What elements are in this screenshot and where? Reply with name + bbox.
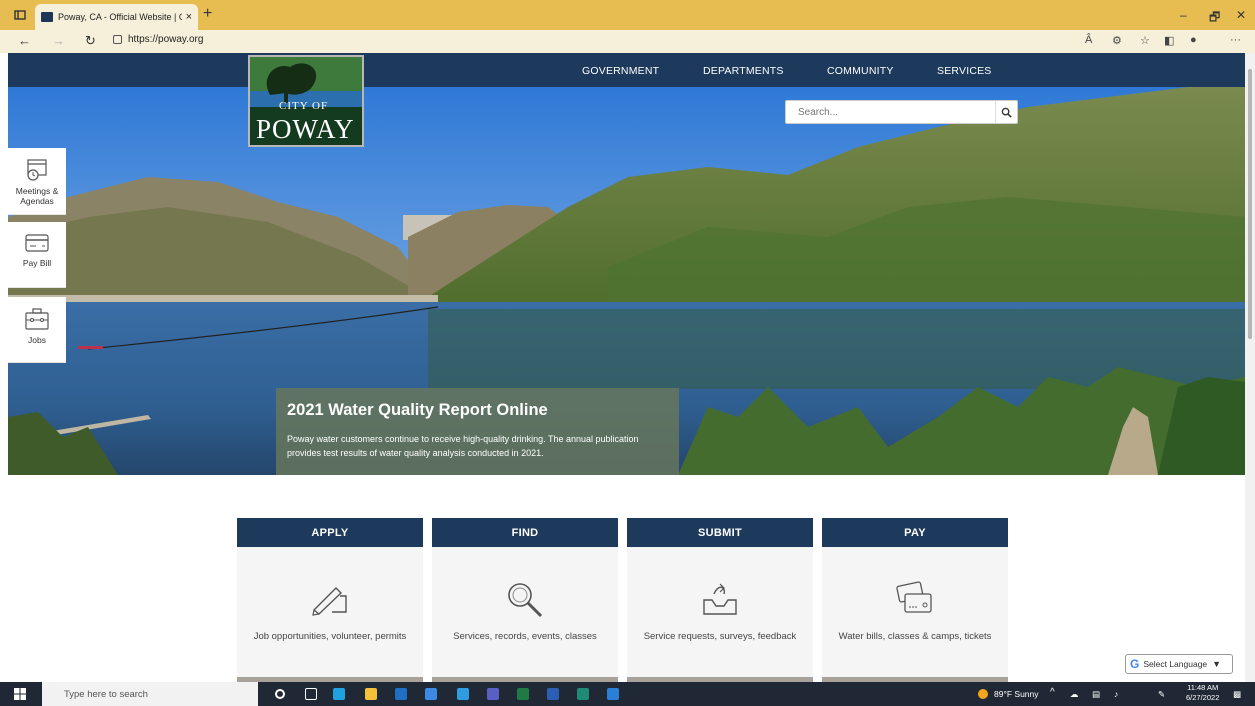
nav-departments[interactable]: DEPARTMENTS: [703, 65, 784, 77]
credit-card-icon: [25, 234, 49, 252]
card-title: PAY: [822, 518, 1008, 547]
quick-link-label: Meetings & Agendas: [15, 186, 59, 206]
city-logo[interactable]: CITY OF POWAY: [248, 55, 364, 147]
search-button[interactable]: [995, 101, 1017, 123]
more-menu-icon[interactable]: ···: [1230, 34, 1241, 46]
edge-icon[interactable]: [333, 688, 345, 700]
windows-start-icon[interactable]: [14, 688, 26, 700]
scrollbar-thumb[interactable]: [1248, 69, 1252, 339]
card-apply[interactable]: APPLY Job opportunities, volunteer, perm…: [237, 518, 423, 682]
weather-sun-icon: [978, 689, 988, 699]
card-payment-icon: [896, 581, 932, 613]
lock-icon: [113, 35, 122, 44]
search-input[interactable]: [786, 101, 996, 123]
quick-link-label: Jobs: [28, 335, 46, 345]
favorites-icon[interactable]: ☆: [1140, 34, 1150, 47]
outlook-icon[interactable]: [395, 688, 407, 700]
favicon-icon: [41, 12, 53, 22]
clock-date: 6/27/2022: [1186, 693, 1220, 702]
onedrive-icon[interactable]: ☁: [1070, 689, 1079, 700]
hero-title: 2021 Water Quality Report Online: [287, 401, 548, 419]
taskbar-search[interactable]: Type here to search: [42, 682, 258, 706]
site-navigation: GOVERNMENT DEPARTMENTS COMMUNITY SERVICE…: [8, 53, 1245, 87]
restore-icon[interactable]: 🗗: [1209, 8, 1220, 29]
close-window-icon[interactable]: ✕: [1236, 8, 1246, 22]
url-text: https://poway.org: [128, 34, 204, 45]
card-description: Service requests, surveys, feedback: [643, 631, 797, 642]
language-select-label: Select Language: [1143, 659, 1208, 669]
tray-expand-icon[interactable]: ^: [1050, 687, 1055, 698]
chevron-down-icon: ▼: [1212, 659, 1222, 669]
file-explorer-icon[interactable]: [365, 688, 377, 700]
word-icon[interactable]: [547, 688, 559, 700]
browser-tab[interactable]: Poway, CA - Official Website | Of ×: [35, 4, 198, 30]
tab-close-icon[interactable]: ×: [186, 11, 192, 23]
photos-icon[interactable]: [607, 688, 619, 700]
signing-hand-icon: [312, 587, 347, 616]
taskbar-search-placeholder: Type here to search: [64, 688, 148, 700]
calendar-clock-icon: [27, 159, 47, 181]
tab-title: Poway, CA - Official Website | Of: [58, 12, 182, 22]
collections-icon[interactable]: ◧: [1164, 34, 1174, 47]
cortana-icon[interactable]: [275, 689, 285, 699]
briefcase-icon: [25, 308, 49, 330]
hero-body: Poway water customers continue to receiv…: [287, 434, 639, 458]
logo-city-of: CITY OF: [279, 100, 329, 112]
nav-services[interactable]: SERVICES: [937, 65, 992, 77]
nav-government[interactable]: GOVERNMENT: [582, 65, 659, 77]
refresh-icon[interactable]: ↻: [85, 33, 96, 49]
card-description: Services, records, events, classes: [453, 631, 597, 642]
pen-icon[interactable]: ✎: [1158, 689, 1165, 700]
weather-text[interactable]: 89°F Sunny: [994, 689, 1039, 699]
hero-callout[interactable]: 2021 Water Quality Report Online Poway w…: [276, 388, 679, 475]
logo-name: POWAY: [256, 114, 355, 144]
extensions-icon[interactable]: ⚙: [1112, 34, 1122, 47]
notifications-icon[interactable]: ▩: [1233, 689, 1241, 700]
page-scrollbar[interactable]: [1245, 53, 1255, 682]
clock-time: 11:48 AM: [1187, 683, 1219, 692]
app-icon[interactable]: [425, 688, 437, 700]
magnifier-icon: [508, 583, 543, 618]
clock[interactable]: 11:48 AM 6/27/2022: [1186, 683, 1219, 703]
quick-link-meetings[interactable]: Meetings & Agendas: [8, 148, 66, 215]
card-title: SUBMIT: [627, 518, 813, 547]
search-icon: [1001, 107, 1012, 118]
profile-icon[interactable]: ●: [1190, 34, 1197, 46]
tab-actions-icon[interactable]: [12, 7, 28, 23]
task-view-icon[interactable]: [305, 688, 317, 700]
nav-community[interactable]: COMMUNITY: [827, 65, 894, 77]
card-find[interactable]: FIND Services, records, events, classes: [432, 518, 618, 682]
google-g-icon: G: [1130, 657, 1140, 671]
card-title: FIND: [432, 518, 618, 547]
browser-tab-bar: Poway, CA - Official Website | Of × + – …: [0, 0, 1255, 30]
volume-icon[interactable]: ♪: [1114, 689, 1118, 699]
card-submit[interactable]: SUBMIT Service requests, surveys, feedba…: [627, 518, 813, 682]
back-icon[interactable]: ←: [18, 33, 31, 48]
card-title: APPLY: [237, 518, 423, 547]
new-tab-button[interactable]: +: [203, 5, 212, 23]
teams-icon[interactable]: [487, 688, 499, 700]
quick-link-label: Pay Bill: [22, 258, 52, 268]
read-aloud-icon[interactable]: Â: [1085, 34, 1092, 46]
forward-icon[interactable]: →: [52, 33, 65, 48]
inbox-upload-icon: [703, 583, 737, 615]
address-bar-row: ← → ↻ https://poway.org Â ⚙ ☆ ◧ ● ···: [0, 30, 1255, 53]
language-select[interactable]: G Select Language ▼: [1125, 654, 1233, 674]
url-field[interactable]: https://poway.org: [113, 34, 203, 45]
excel-icon[interactable]: [517, 688, 529, 700]
publisher-icon[interactable]: [577, 688, 589, 700]
card-description: Water bills, classes & camps, tickets: [838, 631, 992, 642]
card-pay[interactable]: PAY Water bills, classes & camps, ticket…: [822, 518, 1008, 682]
windows-taskbar: Type here to search 89°F Sunny ^ ☁ ▤ ♪ ✎…: [0, 682, 1255, 706]
network-icon[interactable]: ▤: [1092, 689, 1100, 700]
card-description: Job opportunities, volunteer, permits: [253, 631, 407, 642]
site-search: [785, 100, 1018, 124]
quick-link-pay-bill[interactable]: Pay Bill: [8, 222, 66, 288]
internet-explorer-icon[interactable]: [457, 688, 469, 700]
minimize-icon[interactable]: –: [1180, 8, 1187, 22]
quick-link-jobs[interactable]: Jobs: [8, 297, 66, 363]
